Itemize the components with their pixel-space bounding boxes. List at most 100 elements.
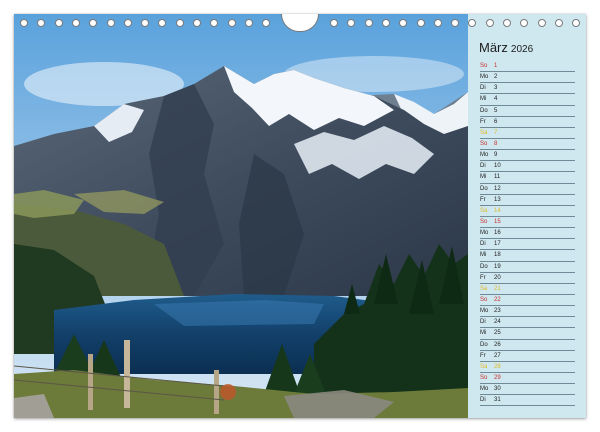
day-number: 8 xyxy=(494,140,498,147)
month-name: März xyxy=(479,40,508,55)
day-number: 12 xyxy=(494,185,501,192)
day-row: Sa 14 xyxy=(480,206,575,217)
day-row: Mo 2 xyxy=(480,72,575,84)
weekday-label: So xyxy=(480,296,488,303)
year: 2026 xyxy=(510,44,534,55)
day-row: Di 31 xyxy=(480,395,575,407)
day-number: 20 xyxy=(494,274,501,281)
weekday-label: Di xyxy=(480,85,486,92)
day-number: 17 xyxy=(494,241,501,248)
mountain-lake-photo xyxy=(14,14,468,418)
day-row: So 1 xyxy=(480,61,575,73)
day-list: So 1 Mo 2 Di 3 Mi 4 Do 5 Fr 6 Sa 7 So 8 Mo 9 Di 10 Mi 11 Do 12 F… xyxy=(480,61,575,407)
calendar-page: März 2026 So 1 Mo 2 Di 3 Mi 4 Do 5 Fr 6 Sa 7 So 8 Mo 9 Di 10… xyxy=(14,14,586,418)
day-row: Sa 21 xyxy=(480,284,575,295)
weekday-label: Do xyxy=(480,263,488,270)
weekday-label: Sa xyxy=(480,285,488,292)
day-row: Do 19 xyxy=(480,262,575,273)
weekday-label: Fr xyxy=(480,352,486,359)
day-number: 9 xyxy=(494,152,498,159)
day-row: Fr 13 xyxy=(480,195,575,206)
weekday-label: Mi xyxy=(480,330,487,337)
day-number: 16 xyxy=(494,230,501,237)
day-row: Mi 18 xyxy=(480,250,575,262)
day-row: Mi 11 xyxy=(480,172,575,184)
day-row: Fr 6 xyxy=(480,117,575,128)
weekday-label: So xyxy=(480,218,488,225)
day-row: Sa 28 xyxy=(480,362,575,373)
day-number: 18 xyxy=(494,252,501,259)
day-number: 5 xyxy=(494,107,498,114)
weekday-label: Di xyxy=(480,319,486,326)
day-row: Di 10 xyxy=(480,161,575,173)
day-number: 4 xyxy=(494,96,498,103)
day-number: 24 xyxy=(494,319,501,326)
day-number: 23 xyxy=(494,308,501,315)
weekday-label: Mo xyxy=(480,74,489,81)
weekday-label: Sa xyxy=(480,129,488,136)
day-row: Di 24 xyxy=(480,317,575,329)
day-number: 14 xyxy=(494,207,501,214)
day-number: 22 xyxy=(494,296,501,303)
day-number: 11 xyxy=(494,174,501,181)
weekday-label: Mi xyxy=(480,174,487,181)
day-row: Sa 7 xyxy=(480,128,575,139)
weekday-label: So xyxy=(480,140,488,147)
calendar-panel: März 2026 So 1 Mo 2 Di 3 Mi 4 Do 5 Fr 6 Sa 7 So 8 Mo 9 Di 10… xyxy=(468,14,586,418)
fence-post xyxy=(124,340,130,408)
weekday-label: Di xyxy=(480,241,486,248)
weekday-label: Do xyxy=(480,341,488,348)
day-number: 29 xyxy=(494,374,501,381)
day-number: 30 xyxy=(494,386,501,393)
day-number: 1 xyxy=(494,63,498,69)
day-number: 10 xyxy=(494,163,501,170)
weekday-label: Sa xyxy=(480,207,488,214)
month-title: März 2026 xyxy=(479,40,533,55)
weekday-label: Sa xyxy=(480,363,488,370)
weekday-label: Fr xyxy=(480,118,486,125)
day-number: 19 xyxy=(494,263,501,270)
day-number: 6 xyxy=(494,118,498,125)
weekday-label: Do xyxy=(480,107,488,114)
weekday-label: Mo xyxy=(480,230,489,237)
day-number: 3 xyxy=(494,85,498,92)
day-row: Mo 30 xyxy=(480,384,575,396)
day-row: Fr 27 xyxy=(480,351,575,362)
day-row: Mi 4 xyxy=(480,94,575,106)
day-number: 13 xyxy=(494,196,501,203)
day-number: 15 xyxy=(494,218,501,225)
weekday-label: Mi xyxy=(480,252,487,259)
weekday-label: So xyxy=(480,374,488,381)
day-number: 2 xyxy=(494,74,498,81)
weekday-label: Mo xyxy=(480,152,489,159)
day-row: Do 26 xyxy=(480,340,575,351)
day-row: Mo 16 xyxy=(480,228,575,240)
day-number: 26 xyxy=(494,341,501,348)
day-number: 7 xyxy=(494,129,498,136)
weekday-label: Fr xyxy=(480,274,486,281)
day-number: 31 xyxy=(494,397,501,404)
weekday-label: Mo xyxy=(480,308,489,315)
day-row: So 22 xyxy=(480,295,575,307)
weekday-label: Mi xyxy=(480,96,487,103)
day-row: Mi 25 xyxy=(480,328,575,340)
day-number: 25 xyxy=(494,330,501,337)
day-row: Do 12 xyxy=(480,184,575,195)
weekday-label: Di xyxy=(480,163,486,170)
day-row: Mo 23 xyxy=(480,306,575,318)
day-row: Di 17 xyxy=(480,239,575,251)
day-row: Fr 20 xyxy=(480,273,575,284)
day-row: So 15 xyxy=(480,217,575,229)
day-row: So 8 xyxy=(480,139,575,151)
weekday-label: Mo xyxy=(480,386,489,393)
weekday-label: So xyxy=(480,63,488,69)
weekday-label: Fr xyxy=(480,196,486,203)
day-row: Mo 9 xyxy=(480,150,575,162)
day-row: So 29 xyxy=(480,373,575,385)
weekday-label: Di xyxy=(480,397,486,404)
day-number: 21 xyxy=(494,285,501,292)
day-row: Di 3 xyxy=(480,83,575,95)
day-number: 28 xyxy=(494,363,501,370)
weekday-label: Do xyxy=(480,185,488,192)
day-row: Do 5 xyxy=(480,106,575,117)
